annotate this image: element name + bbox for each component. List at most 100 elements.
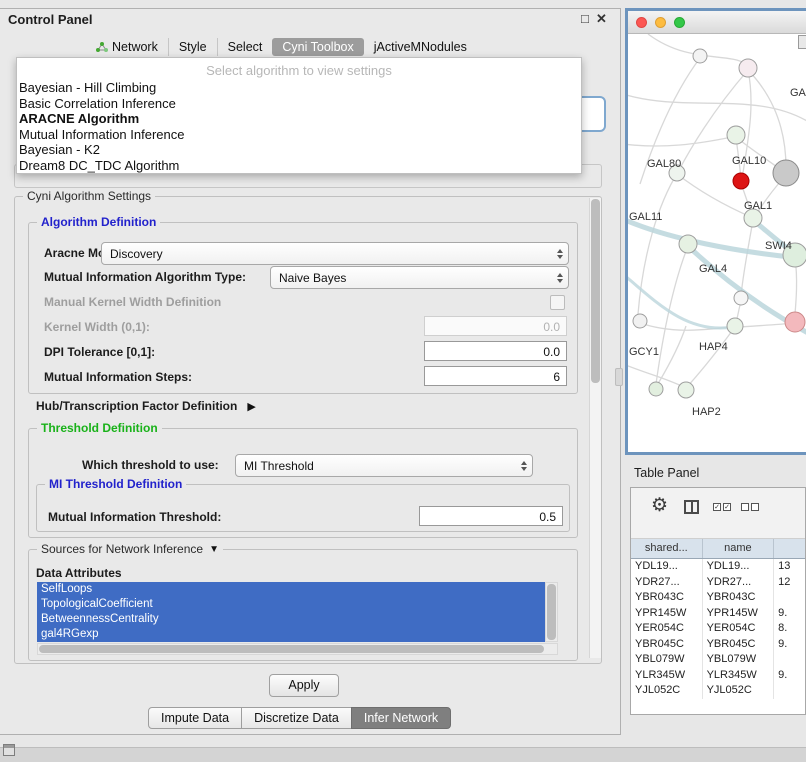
table-row[interactable]: YBR043CYBR043C	[631, 590, 805, 606]
algorithm-option[interactable]: Basic Correlation Inference	[17, 96, 581, 112]
table-row[interactable]: YER054CYER054C8.	[631, 621, 805, 637]
column-header-name[interactable]: name	[703, 539, 775, 558]
manual-kernel-checkbox[interactable]	[550, 295, 565, 310]
control-panel-title: Control Panel	[8, 12, 93, 27]
overview-toggle-icon[interactable]	[798, 35, 806, 49]
table-row[interactable]: YJL052CYJL052C	[631, 683, 805, 699]
tab-jactivemnodules-label: jActiveMNodules	[374, 40, 467, 54]
list-item-selected[interactable]: BetweennessCentrality	[37, 612, 545, 627]
algorithm-option-selected[interactable]: ARACNE Algorithm	[17, 111, 581, 127]
list-horizontal-scrollbar[interactable]	[37, 643, 558, 655]
deselect-all-checkboxes-icon[interactable]	[741, 503, 759, 511]
network-node[interactable]	[678, 382, 694, 398]
mi-steps-field[interactable]: 6	[424, 366, 567, 386]
data-attributes-label: Data Attributes	[36, 566, 122, 580]
tab-cyni-toolbox[interactable]: Cyni Toolbox	[272, 38, 363, 56]
cell: YDR27...	[631, 575, 703, 591]
tab-discretize-data[interactable]: Discretize Data	[241, 707, 352, 729]
network-node[interactable]	[727, 318, 743, 334]
panel-collapse-handle[interactable]	[615, 368, 623, 386]
algorithm-option[interactable]: Dream8 DC_TDC Algorithm	[17, 158, 581, 174]
mi-type-select[interactable]: Naive Bayes	[270, 266, 569, 289]
which-threshold-select[interactable]: MI Threshold	[235, 454, 533, 477]
settings-scrollbar[interactable]	[589, 198, 601, 658]
table-row[interactable]: YDR27...YDR27...12	[631, 575, 805, 591]
columns-icon[interactable]	[684, 500, 699, 514]
network-node-label: GAL11	[629, 211, 662, 223]
cell: YLR345W	[631, 668, 703, 684]
checked-box-icon: ✓	[723, 503, 731, 511]
table-row[interactable]: YPR145WYPR145W9.	[631, 606, 805, 622]
list-vertical-scrollbar[interactable]	[545, 582, 558, 642]
network-node[interactable]	[734, 291, 748, 305]
table-row[interactable]: YBR045CYBR045C9.	[631, 637, 805, 653]
minimize-traffic-light-icon[interactable]	[655, 17, 666, 28]
network-node[interactable]	[679, 235, 697, 253]
close-traffic-light-icon[interactable]	[636, 17, 647, 28]
close-window-icon[interactable]: ✕	[596, 11, 607, 27]
network-node[interactable]	[739, 59, 757, 77]
checked-box-icon: ✓	[713, 503, 721, 511]
tab-impute-data[interactable]: Impute Data	[148, 707, 242, 729]
network-node[interactable]	[633, 314, 647, 328]
table-toolbar: ⚙ ✓ ✓	[631, 488, 805, 539]
network-node[interactable]	[727, 126, 745, 144]
list-item-selected[interactable]: TopologicalCoefficient	[37, 597, 545, 612]
tab-select[interactable]: Select	[217, 38, 273, 56]
tab-jactivemnodules[interactable]: jActiveMNodules	[364, 38, 477, 56]
table-row[interactable]: YLR345WYLR345W9.	[631, 668, 805, 684]
dpi-tolerance-field[interactable]: 0.0	[424, 341, 567, 361]
list-hscrollbar-thumb[interactable]	[39, 645, 544, 653]
select-all-checkboxes-icon[interactable]: ✓ ✓	[713, 503, 731, 511]
zoom-traffic-light-icon[interactable]	[674, 17, 685, 28]
unchecked-box-icon	[741, 503, 749, 511]
gear-icon[interactable]: ⚙	[651, 494, 668, 517]
tab-network[interactable]: Network	[85, 38, 168, 56]
apply-button[interactable]: Apply	[269, 674, 339, 697]
network-node[interactable]	[773, 160, 799, 186]
network-node[interactable]	[693, 49, 707, 63]
algorithm-option[interactable]: Bayesian - K2	[17, 142, 581, 158]
network-node[interactable]	[785, 312, 805, 332]
tab-style-label: Style	[179, 40, 207, 54]
network-node-highlighted[interactable]	[733, 173, 749, 189]
settings-group-title: Cyni Algorithm Settings	[23, 189, 155, 203]
cell: YPR145W	[631, 606, 703, 622]
mi-threshold-field[interactable]: 0.5	[419, 506, 563, 526]
tab-style[interactable]: Style	[168, 38, 217, 56]
table-row[interactable]: YBL079WYBL079W	[631, 652, 805, 668]
tab-infer-network[interactable]: Infer Network	[351, 707, 451, 729]
cell: YER054C	[703, 621, 775, 637]
app-root: Control Panel □ ✕ Network Style Select C…	[0, 0, 806, 762]
cell: YBR043C	[631, 590, 703, 606]
aracne-mode-select[interactable]: Discovery	[101, 242, 569, 265]
network-node-label: GAL4	[699, 263, 727, 275]
network-node[interactable]	[649, 382, 663, 396]
table-body: YDL19...YDL19...13 YDR27...YDR27...12 YB…	[631, 559, 805, 699]
algorithm-option[interactable]: Mutual Information Inference	[17, 127, 581, 143]
kernel-width-label: Kernel Width (0,1):	[44, 320, 150, 334]
cell: YLR345W	[703, 668, 775, 684]
table-row[interactable]: YDL19...YDL19...13	[631, 559, 805, 575]
settings-scrollbar-thumb[interactable]	[591, 199, 600, 383]
cell: 8.	[774, 621, 805, 637]
network-canvas[interactable]: GAL80 GAL10 GAL11 GAL1 SWI4 GAL4 GCY1 HA…	[628, 34, 806, 455]
network-window-titlebar[interactable]	[628, 11, 806, 34]
column-header-cut[interactable]	[774, 539, 805, 558]
chevron-updown-icon	[552, 249, 568, 259]
panel-dock-icon[interactable]	[3, 744, 15, 756]
hub-definition-toggle[interactable]: Hub/Transcription Factor Definition ▶	[36, 399, 256, 413]
table-panel-title: Table Panel	[634, 466, 699, 480]
dpi-tolerance-label: DPI Tolerance [0,1]:	[44, 345, 155, 359]
list-item-selected[interactable]: SelfLoops	[37, 582, 545, 597]
float-window-icon[interactable]: □	[581, 11, 589, 26]
kernel-width-field: 0.0	[424, 316, 567, 336]
sources-group-header[interactable]: Sources for Network Inference ▼	[37, 542, 223, 556]
column-header-shared[interactable]: shared...	[631, 539, 703, 558]
expanded-arrow-icon: ▼	[209, 544, 219, 555]
algorithm-option[interactable]: Bayesian - Hill Climbing	[17, 80, 581, 96]
list-item-selected[interactable]: gal4RGexp	[37, 627, 545, 642]
mi-type-value: Naive Bayes	[271, 271, 552, 285]
mi-threshold-label: Mutual Information Threshold:	[48, 510, 221, 524]
list-vscrollbar-thumb[interactable]	[547, 584, 556, 640]
